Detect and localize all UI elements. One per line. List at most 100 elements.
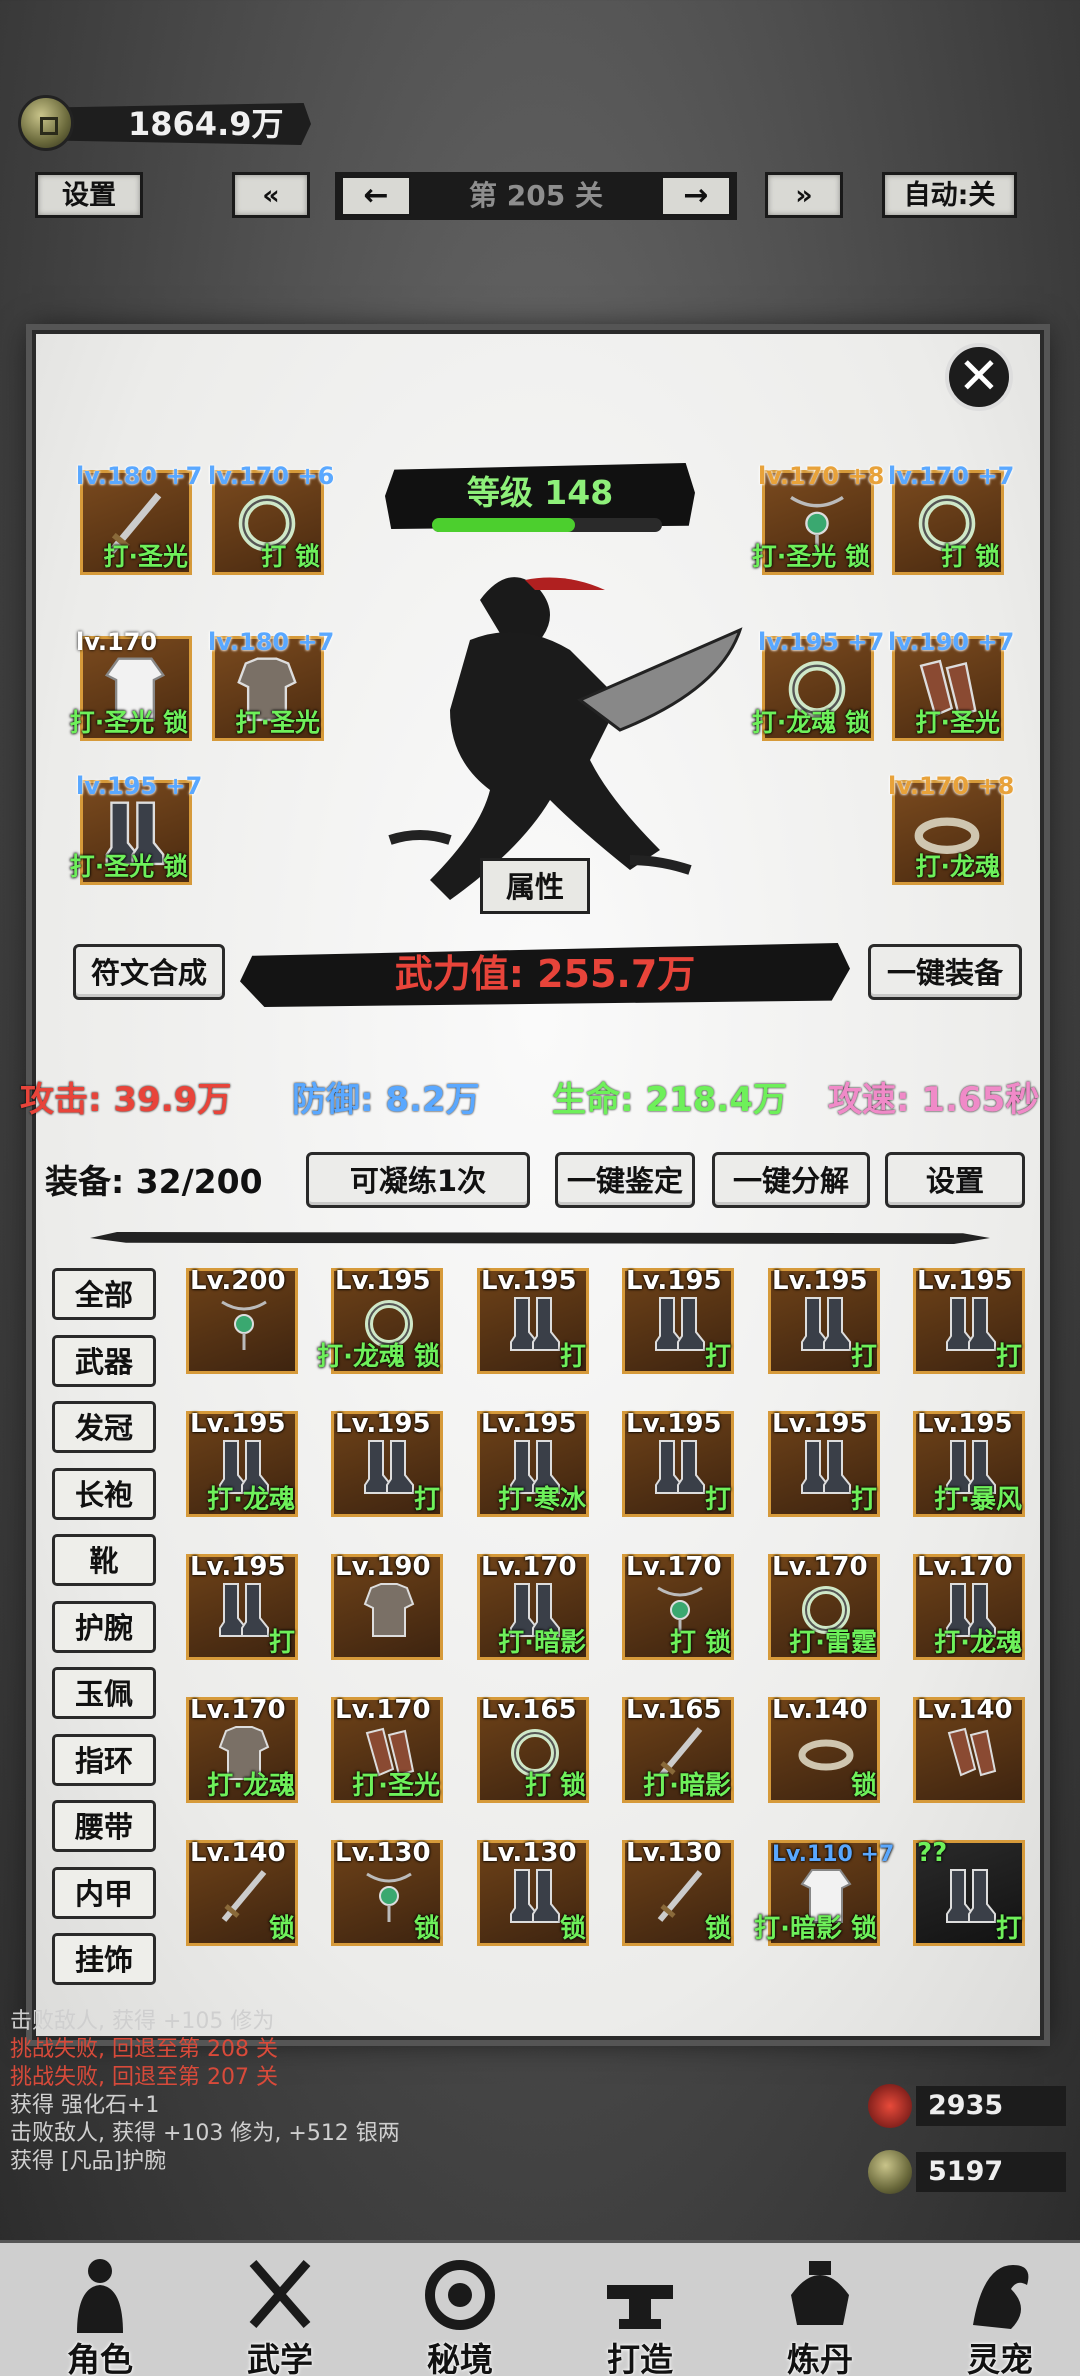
stage-label: 第 205 关 xyxy=(469,179,603,212)
inventory-item[interactable]: Lv.165 打·暗影 xyxy=(622,1695,734,1803)
inventory-item[interactable]: Lv.195 打 xyxy=(768,1266,880,1374)
equipped-slot-boots[interactable]: lv.195 +7 打·圣光 锁 xyxy=(70,772,202,885)
inventory-item[interactable]: Lv.170 打·龙魂 xyxy=(913,1552,1025,1660)
divider xyxy=(90,1232,990,1244)
inventory-item[interactable]: Lv.195 打·龙魂 锁 xyxy=(317,1266,443,1374)
equip-all-button[interactable]: 一键装备 xyxy=(868,944,1022,1000)
equipped-slot-robe[interactable]: lv.170 打·圣光 锁 xyxy=(70,628,192,741)
nav-forge[interactable]: 打造 xyxy=(565,2255,715,2376)
inventory-item[interactable]: Lv.140 锁 xyxy=(768,1695,880,1803)
slot-tag: 打·龙魂 xyxy=(915,852,1001,881)
inventory-item[interactable]: Lv.200 xyxy=(186,1266,298,1374)
equipped-slot-armor[interactable]: lv.180 +7 打·圣光 xyxy=(208,628,334,741)
equipped-slot-pendant[interactable]: lv.170 +8 打·圣光 锁 xyxy=(752,462,884,575)
slot-tag: 打·圣光 锁 xyxy=(69,852,188,881)
inventory-item[interactable]: Lv.130 锁 xyxy=(622,1838,734,1946)
inventory-item[interactable]: Lv.170 打·雷霆 xyxy=(768,1552,880,1660)
equipped-slot-weapon[interactable]: lv.180 +7 打·圣光 xyxy=(76,462,202,575)
boots-icon xyxy=(798,1294,854,1354)
nav-spirit-pet[interactable]: 灵宠 xyxy=(925,2255,1075,2376)
slot-level: lv.180 +7 xyxy=(208,628,335,656)
item-level: Lv.170 xyxy=(772,1552,868,1582)
blood-resource: 2935 xyxy=(868,2082,1073,2130)
category-tab-7[interactable]: 指环 xyxy=(52,1733,156,1786)
item-level: Lv.140 xyxy=(917,1695,1013,1725)
attack-stat: 攻击: 39.9万 xyxy=(20,1080,232,1120)
category-tab-9[interactable]: 内甲 xyxy=(52,1866,156,1919)
inventory-item[interactable]: Lv.195 打 xyxy=(331,1409,443,1517)
alchemy-icon xyxy=(783,2255,857,2333)
nav-label: 炼丹 xyxy=(787,2340,853,2376)
inventory-item[interactable]: Lv.170 打·龙魂 xyxy=(186,1695,298,1803)
slot-level: lv.180 +7 xyxy=(76,462,203,490)
category-tab-2[interactable]: 发冠 xyxy=(52,1401,156,1453)
category-tab-0[interactable]: 全部 xyxy=(52,1268,156,1320)
item-level: Lv.195 xyxy=(481,1409,577,1439)
inventory-item[interactable]: Lv.195 打·龙魂 xyxy=(186,1409,298,1517)
equipped-slot-ring[interactable]: lv.170 +7 打 锁 xyxy=(888,462,1014,575)
next-fast-button[interactable]: » xyxy=(765,172,843,218)
inventory-item[interactable]: Lv.140 xyxy=(913,1695,1025,1803)
inventory-settings-button[interactable]: 设置 xyxy=(885,1152,1025,1208)
equipped-slot-bracer-ring[interactable]: lv.195 +7 打·龙魂 锁 xyxy=(752,628,884,741)
item-level: Lv.140 xyxy=(772,1695,868,1725)
inventory-item[interactable]: Lv.195 打 xyxy=(477,1266,589,1374)
equipped-slot-gauntlet[interactable]: lv.190 +7 打·圣光 xyxy=(888,628,1014,741)
inventory-item[interactable]: ?? 打 xyxy=(913,1838,1025,1946)
identify-all-button[interactable]: 一键鉴定 xyxy=(555,1152,695,1208)
nav-character[interactable]: 角色 xyxy=(25,2255,175,2376)
nav-alchemy[interactable]: 炼丹 xyxy=(745,2255,895,2376)
equipped-slot-necklace[interactable]: lv.170 +6 打 锁 xyxy=(208,462,334,575)
inventory-item[interactable]: Lv.130 锁 xyxy=(331,1838,443,1946)
inventory-item[interactable]: Lv.130 锁 xyxy=(477,1838,589,1946)
attributes-button[interactable]: 属性 xyxy=(480,858,590,914)
inventory-item[interactable]: Lv.165 打 锁 xyxy=(477,1695,589,1803)
category-tab-1[interactable]: 武器 xyxy=(52,1334,156,1387)
item-level: Lv.165 xyxy=(626,1695,722,1725)
inventory-item[interactable]: Lv.170 打·圣光 xyxy=(331,1695,443,1803)
equipped-slot-belt[interactable]: lv.170 +8 打·龙魂 xyxy=(888,772,1014,885)
slot-level: lv.170 +7 xyxy=(888,462,1015,490)
inventory-item[interactable]: Lv.195 打 xyxy=(768,1409,880,1517)
inventory-item[interactable]: Lv.190 xyxy=(331,1552,443,1660)
settings-button[interactable]: 设置 xyxy=(35,172,143,218)
item-tag: 打·暗影 xyxy=(643,1771,731,1801)
inventory-item[interactable]: Lv.195 打 xyxy=(186,1552,298,1660)
inventory-item[interactable]: Lv.140 锁 xyxy=(186,1838,298,1946)
inventory-item[interactable]: Lv.110 +7 打·暗影 锁 xyxy=(754,1840,894,1946)
item-level: Lv.195 xyxy=(772,1266,868,1296)
category-tab-4[interactable]: 靴 xyxy=(52,1534,156,1586)
category-tab-5[interactable]: 护腕 xyxy=(52,1600,156,1653)
inventory-item[interactable]: Lv.195 打·暴风 xyxy=(913,1409,1025,1517)
inventory-item[interactable]: Lv.195 打·寒冰 xyxy=(477,1409,589,1517)
nav-secret-realm[interactable]: 秘境 xyxy=(385,2255,535,2376)
dismantle-all-button[interactable]: 一键分解 xyxy=(712,1152,870,1208)
item-level: Lv.195 xyxy=(917,1266,1013,1296)
prev-fast-button[interactable]: « xyxy=(232,172,310,218)
inventory-item[interactable]: Lv.170 打 锁 xyxy=(622,1552,734,1660)
inventory-item[interactable]: Lv.195 打 xyxy=(622,1266,734,1374)
rune-synthesis-button[interactable]: 符文合成 xyxy=(73,944,225,1000)
belt-icon xyxy=(798,1723,854,1783)
auto-toggle-button[interactable]: 自动:关 xyxy=(882,172,1017,218)
refine-button[interactable]: 可凝练1次 xyxy=(306,1152,530,1208)
character-icon xyxy=(63,2255,137,2333)
inventory-item[interactable]: Lv.195 打 xyxy=(622,1409,734,1517)
inventory-item[interactable]: Lv.195 打 xyxy=(913,1266,1025,1374)
category-tab-3[interactable]: 长袍 xyxy=(52,1467,156,1520)
slot-tag: 打·圣光 xyxy=(915,708,1001,737)
prev-stage-button[interactable]: ← xyxy=(341,176,411,216)
inventory-item[interactable]: Lv.170 打·暗影 xyxy=(477,1552,589,1660)
close-icon[interactable]: ✕ xyxy=(945,343,1013,411)
category-tab-6[interactable]: 玉佩 xyxy=(52,1667,156,1719)
slot-tag: 打 锁 xyxy=(261,542,320,571)
nav-martial-arts[interactable]: 武学 xyxy=(205,2255,355,2376)
item-tag: 打 xyxy=(704,1342,731,1372)
next-stage-button[interactable]: → xyxy=(661,176,731,216)
category-tab-8[interactable]: 腰带 xyxy=(52,1800,156,1852)
category-tab-10[interactable]: 挂饰 xyxy=(52,1933,156,1985)
item-tag: 锁 xyxy=(268,1914,295,1944)
log-line: 获得 [凡品]护腕 xyxy=(10,2149,167,2174)
item-tag: 打 xyxy=(995,1342,1022,1372)
item-tag: 打 xyxy=(559,1342,586,1372)
